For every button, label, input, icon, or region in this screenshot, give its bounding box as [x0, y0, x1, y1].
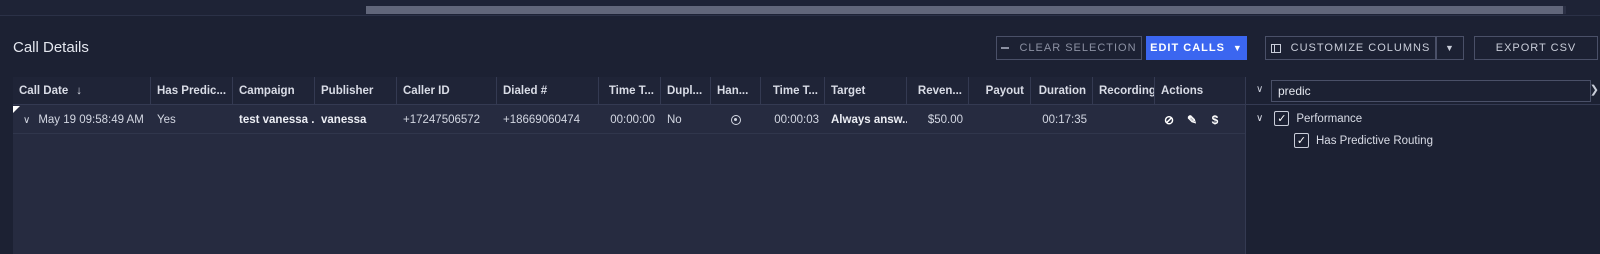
column-header-has-predictive[interactable]: Has Predic... [151, 77, 233, 105]
export-csv-button[interactable]: EXPORT CSV [1474, 36, 1598, 60]
clear-selection-button[interactable]: CLEAR SELECTION [996, 36, 1142, 60]
call-date-value: May 19 09:58:49 AM [38, 114, 144, 126]
cell-campaign[interactable]: test vanessa ... [233, 106, 315, 134]
caret-down-icon: ▼ [1232, 43, 1243, 53]
customize-columns-label: CUSTOMIZE COLUMNS [1290, 42, 1431, 54]
cell-target[interactable]: Always answ... [825, 106, 907, 134]
column-header-time-to-connect[interactable]: Time T... [761, 77, 825, 105]
target-icon [731, 115, 741, 125]
cell-dialed: +18669060474 [503, 114, 581, 126]
column-header-campaign[interactable]: Campaign [233, 77, 315, 105]
column-header-payout[interactable]: Payout [969, 77, 1031, 105]
horizontal-scrollbar[interactable] [366, 6, 1566, 14]
cell-recording [1093, 106, 1155, 134]
cell-caller-id: +17247506572 [403, 114, 481, 126]
performance-label: Performance [1296, 112, 1363, 125]
table-row[interactable]: ∨ May 19 09:58:49 AM Yes test vanessa ..… [13, 106, 1245, 134]
column-header-publisher[interactable]: Publisher [315, 77, 397, 105]
chevron-down-icon[interactable]: ∨ [1256, 84, 1263, 95]
performance-checkbox[interactable]: ✓ [1274, 111, 1290, 126]
column-header-label: Call Date [19, 85, 69, 97]
column-header-call-date[interactable]: Call Date ↓ [13, 77, 151, 105]
arrow-down-icon: ↓ [76, 85, 82, 97]
chevron-down-icon[interactable]: ∨ [23, 115, 30, 126]
dollar-icon[interactable]: $ [1207, 112, 1223, 128]
cell-publisher[interactable]: vanessa [315, 106, 397, 134]
minus-icon [1001, 47, 1010, 49]
cell-payout [969, 106, 1031, 134]
edit-calls-label: EDIT CALLS [1150, 42, 1225, 54]
cell-time-to-connect: 00:00:03 [774, 114, 819, 126]
column-header-recording[interactable]: Recording [1093, 77, 1155, 105]
cell-actions: ⊘ ✎ $ [1155, 106, 1245, 134]
column-header-target[interactable]: Target [825, 77, 907, 105]
has-predictive-routing-label: Has Predictive Routing [1316, 134, 1433, 147]
pencil-icon[interactable]: ✎ [1184, 112, 1200, 128]
column-header-dialed[interactable]: Dialed # [497, 77, 599, 105]
column-search-input[interactable] [1271, 80, 1591, 102]
column-chooser-panel: ∨ ❯ ∨ ✓ Performance ✓ Has Predictive Rou… [1245, 77, 1600, 254]
cell-duplicate: No [667, 114, 682, 126]
column-header-handled[interactable]: Han... [711, 77, 761, 105]
has-predictive-routing-checkbox[interactable]: ✓ [1294, 133, 1309, 148]
grid-header: Call Date ↓ Has Predic... Campaign Publi… [13, 77, 1245, 105]
column-group-performance[interactable]: ∨ ✓ Performance [1256, 111, 1362, 126]
cell-time-to-answer: 00:00:00 [610, 114, 655, 126]
caret-down-icon: ▼ [1445, 43, 1455, 53]
column-header-duration[interactable]: Duration [1031, 77, 1093, 105]
call-details-grid: Call Date ↓ Has Predic... Campaign Publi… [13, 77, 1245, 254]
customize-columns-dropdown[interactable]: ▼ [1436, 36, 1464, 60]
chevron-right-icon[interactable]: ❯ [1590, 83, 1599, 96]
cell-handled [711, 106, 761, 134]
column-header-caller-id[interactable]: Caller ID [397, 77, 497, 105]
cell-revenue: $50.00 [927, 114, 963, 126]
column-item-has-predictive-routing[interactable]: ✓ Has Predictive Routing [1294, 133, 1433, 148]
top-strip [0, 0, 1600, 16]
edit-calls-button[interactable]: EDIT CALLS ▼ [1146, 36, 1247, 60]
column-header-actions: Actions [1161, 85, 1204, 97]
columns-icon [1270, 43, 1281, 53]
cell-call-date: ∨ May 19 09:58:49 AM [13, 106, 151, 134]
scrollbar-thumb[interactable] [366, 6, 1563, 14]
chevron-down-icon[interactable]: ∨ [1256, 113, 1263, 124]
export-csv-label: EXPORT CSV [1495, 42, 1577, 54]
column-header-duplicate[interactable]: Dupl... [661, 77, 711, 105]
column-chooser-header: ∨ ❯ [1246, 77, 1600, 105]
customize-columns-button[interactable]: CUSTOMIZE COLUMNS [1265, 36, 1436, 60]
column-header-revenue[interactable]: Reven... [907, 77, 969, 105]
cell-has-predictive: Yes [157, 114, 176, 126]
page-title: Call Details [13, 39, 89, 56]
clear-selection-label: CLEAR SELECTION [1019, 42, 1137, 54]
cell-duration: 00:17:35 [1042, 114, 1087, 126]
block-icon[interactable]: ⊘ [1161, 112, 1177, 128]
column-header-time-to-answer[interactable]: Time T... [599, 77, 661, 105]
